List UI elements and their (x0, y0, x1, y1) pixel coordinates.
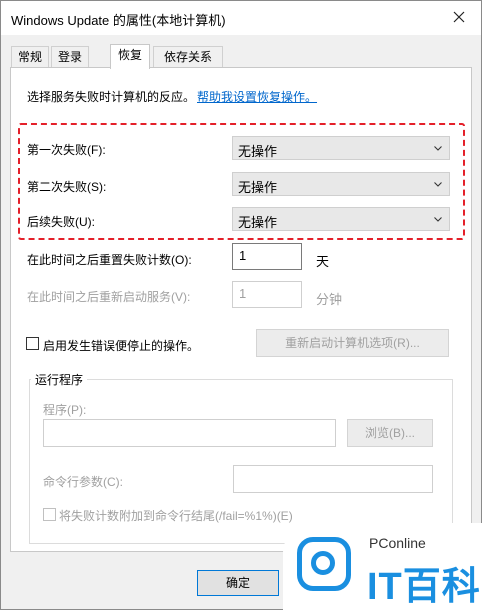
cmd-args-label: 命令行参数(C): (43, 475, 123, 489)
restart-service-unit: 分钟 (316, 292, 343, 307)
enable-actions-checkbox[interactable] (26, 337, 39, 350)
program-input[interactable] (43, 419, 336, 447)
watermark-brand-text: IT百科 (367, 566, 481, 608)
chevron-down-icon (434, 146, 442, 151)
tab-logon[interactable]: 登录 (51, 46, 89, 68)
append-fail-count-label: 将失败计数附加到命令行结尾(/fail=%1%)(E) (59, 509, 293, 523)
watermark-small-text: PConline (369, 535, 426, 551)
window-title: Windows Update 的属性(本地计算机) (11, 13, 226, 28)
tab-recovery[interactable]: 恢复 (110, 44, 150, 69)
chevron-down-icon (434, 217, 442, 222)
browse-button[interactable]: 浏览(B)... (347, 419, 433, 447)
subsequent-failure-label: 后续失败(U): (27, 215, 95, 229)
cmd-args-input[interactable] (233, 465, 433, 493)
close-icon (453, 11, 465, 23)
restart-computer-options-button[interactable]: 重新启动计算机选项(R)... (256, 329, 449, 357)
tab-dependencies[interactable]: 依存关系 (153, 46, 223, 68)
ok-button[interactable]: 确定 (197, 570, 279, 596)
second-failure-select[interactable]: 无操作 (232, 172, 450, 196)
run-program-title: 运行程序 (31, 371, 88, 388)
pconline-logo-icon (297, 537, 351, 591)
restart-service-label: 在此时间之后重新启动服务(V): (27, 290, 191, 304)
program-label: 程序(P): (43, 403, 87, 417)
reset-count-input[interactable]: 1 (232, 243, 302, 270)
close-button[interactable] (441, 3, 477, 31)
second-failure-value: 无操作 (238, 180, 278, 195)
reset-count-label: 在此时间之后重置失败计数(O): (27, 253, 192, 267)
logo-ring (311, 551, 335, 575)
first-failure-value: 无操作 (238, 144, 278, 159)
title-bar[interactable]: Windows Update 的属性(本地计算机) (1, 1, 481, 35)
tab-general[interactable]: 常规 (11, 46, 49, 68)
reset-count-unit: 天 (316, 254, 330, 269)
restart-service-input[interactable]: 1 (232, 281, 302, 308)
help-link[interactable]: 帮助我设置恢复操作。 (197, 88, 317, 105)
intro-text: 选择服务失败时计算机的反应。 (27, 90, 196, 104)
enable-actions-label: 启用发生错误便停止的操作。 (43, 339, 200, 353)
first-failure-select[interactable]: 无操作 (232, 136, 450, 160)
pconline-watermark: PConline IT百科 (283, 523, 482, 610)
properties-dialog: Windows Update 的属性(本地计算机) 常规 登录 恢复 依存关系 … (0, 0, 482, 610)
chevron-down-icon (434, 182, 442, 187)
subsequent-failure-select[interactable]: 无操作 (232, 207, 450, 231)
first-failure-label: 第一次失败(F): (27, 143, 106, 157)
second-failure-label: 第二次失败(S): (27, 180, 107, 194)
subsequent-failure-value: 无操作 (238, 215, 278, 230)
append-fail-count-checkbox[interactable] (43, 508, 56, 521)
